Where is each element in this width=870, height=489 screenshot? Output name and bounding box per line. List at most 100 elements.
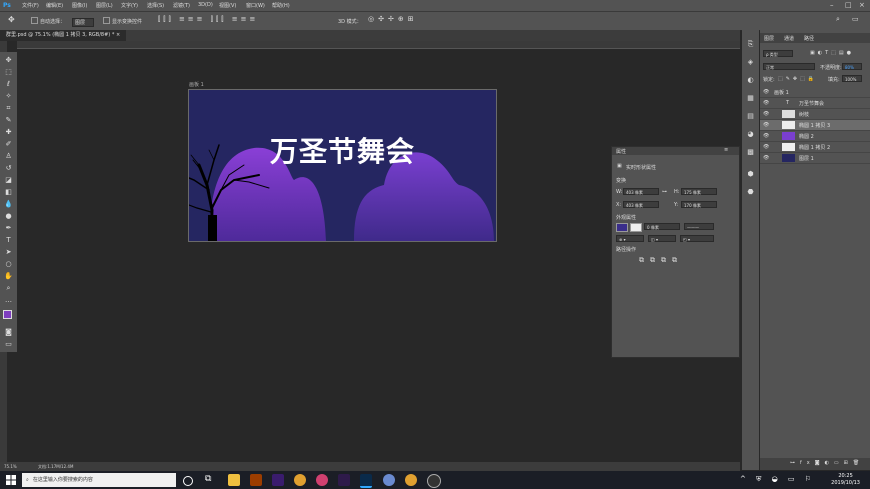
menu-type[interactable]: 文字(Y)	[121, 2, 138, 9]
width-field[interactable]: 403 像素	[623, 188, 659, 195]
task-view-icon[interactable]: ⧉	[205, 474, 217, 486]
history-icon[interactable]: ⎘	[746, 40, 755, 49]
maximize-icon[interactable]: □	[845, 1, 852, 9]
eyedropper-tool-icon[interactable]: ✎	[4, 116, 13, 125]
windows-start-icon[interactable]	[6, 475, 16, 485]
x-field[interactable]: 403 像素	[623, 201, 659, 208]
adjustments-icon[interactable]: ◐	[746, 76, 755, 85]
hand-tool-icon[interactable]: ✋	[4, 272, 13, 281]
clone-stamp-tool-icon[interactable]: ♙	[4, 152, 13, 161]
search-icon[interactable]: ⌕	[836, 15, 840, 24]
align-icons[interactable]: ⫿⫿⫿ ≡≡≡ ⫿⫿⫿ ≡≡≡	[158, 15, 258, 24]
path-selection-tool-icon[interactable]: ➤	[4, 248, 13, 257]
marquee-tool-icon[interactable]: ⬚	[4, 68, 13, 77]
layer-filter-icons[interactable]: ▣◐T⬚▤●	[810, 50, 854, 56]
artboard[interactable]: 万圣节舞会	[188, 89, 497, 242]
menu-window[interactable]: 窗口(W)	[246, 2, 265, 9]
lasso-tool-icon[interactable]: ℓ	[4, 80, 13, 89]
fill-field[interactable]: 100%	[842, 75, 862, 82]
crop-tool-icon[interactable]: ⌗	[4, 104, 13, 113]
blur-tool-icon[interactable]: 💧	[4, 200, 13, 209]
healing-brush-tool-icon[interactable]: ✚	[4, 128, 13, 137]
move-tool-icon[interactable]: ✥	[4, 56, 13, 65]
workspace-icon[interactable]: ▭	[852, 15, 859, 23]
auto-select-checkbox[interactable]	[31, 17, 38, 24]
menu-image[interactable]: 图像(I)	[72, 2, 87, 9]
3d-icon[interactable]: ⬢	[746, 170, 755, 179]
system-tray-icons[interactable]: ^ ⛨ ◒ ▭ ⚐	[740, 475, 815, 484]
menu-layer[interactable]: 图层(L)	[96, 2, 113, 9]
properties-tab[interactable]: 属性	[616, 148, 626, 155]
premiere-icon[interactable]	[338, 474, 350, 486]
ellipse-tool-icon[interactable]: ○	[4, 260, 13, 269]
visibility-eye-icon[interactable]: 👁	[763, 133, 769, 139]
stroke-swatch[interactable]	[630, 223, 642, 232]
tab-channels[interactable]: 通道	[784, 35, 794, 42]
visibility-eye-icon[interactable]: 👁	[763, 155, 769, 161]
layer-row-ellipse-copy-2[interactable]: 👁 椭圆 1 拷贝 2	[760, 142, 870, 153]
properties-icon[interactable]: ◈	[746, 58, 755, 67]
eraser-tool-icon[interactable]: ◪	[4, 176, 13, 185]
document-tab[interactable]: 群里.psd @ 75.1% (椭圆 1 拷贝 3, RGB/8#) * ×	[0, 30, 127, 41]
layer-row-ellipse-copy-3[interactable]: 👁 椭圆 1 拷贝 3	[760, 120, 870, 131]
file-explorer-icon[interactable]	[228, 474, 240, 486]
layer-row-title-text[interactable]: 👁 T 万圣节舞会	[760, 98, 870, 109]
quick-mask-icon[interactable]: ◙	[4, 328, 13, 337]
color-icon[interactable]: ◕	[746, 130, 755, 139]
minimize-icon[interactable]: –	[830, 1, 834, 9]
height-field[interactable]: 175 像素	[681, 188, 717, 195]
layer-row-ellipse-2[interactable]: 👁 椭圆 2	[760, 131, 870, 142]
tab-layers[interactable]: 图层	[764, 35, 774, 42]
foreground-color-swatch[interactable]	[3, 310, 12, 319]
type-tool-icon[interactable]: T	[4, 236, 13, 245]
menu-select[interactable]: 选择(S)	[147, 2, 164, 9]
layer-row-branches[interactable]: 👁 树枝	[760, 109, 870, 120]
libraries-icon[interactable]: ▤	[746, 112, 755, 121]
close-tab-icon[interactable]: ×	[116, 32, 120, 38]
layer-action-icons[interactable]: ⊶fx◙◐▭⊞🗑	[790, 460, 864, 466]
opacity-field[interactable]: 80%	[842, 63, 862, 70]
visibility-eye-icon[interactable]: 👁	[763, 89, 769, 95]
3d-mode-icons[interactable]: ◎✣✢⊕⊞	[368, 15, 418, 23]
magic-wand-tool-icon[interactable]: ✧	[4, 92, 13, 101]
styles-icon[interactable]: ▦	[746, 94, 755, 103]
taskbar-clock[interactable]: 20:25 2019/10/13	[831, 473, 860, 487]
more-tools-icon[interactable]: …	[4, 296, 13, 305]
link-icon[interactable]: ⊶	[662, 189, 667, 195]
media-app-icon[interactable]	[316, 474, 328, 486]
layer-filter-dropdown[interactable]: ρ 类型	[763, 50, 793, 57]
menu-file[interactable]: 文件(F)	[22, 2, 39, 9]
move-tool-icon[interactable]: ✥	[8, 15, 15, 24]
lock-icons[interactable]: ⬚✎✥⬚🔒	[778, 76, 817, 82]
menu-3d[interactable]: 3D(D)	[198, 2, 213, 8]
paths-icon[interactable]: ⬣	[746, 188, 755, 197]
visibility-eye-icon[interactable]: 👁	[763, 111, 769, 117]
tab-paths[interactable]: 路径	[804, 35, 814, 42]
illustrator-icon[interactable]	[250, 474, 262, 486]
photoshop-taskbar-icon[interactable]	[360, 474, 372, 488]
menu-edit[interactable]: 编辑(E)	[46, 2, 63, 9]
brush-tool-icon[interactable]: ✐	[4, 140, 13, 149]
stroke-type-dropdown[interactable]: ———	[684, 223, 714, 230]
zoom-tool-icon[interactable]: ⌕	[4, 284, 13, 293]
layer-row-artboard[interactable]: 👁 画板 1	[760, 87, 870, 98]
after-effects-icon[interactable]	[272, 474, 284, 486]
visibility-eye-icon[interactable]: 👁	[763, 122, 769, 128]
blend-mode-dropdown[interactable]: 正常	[763, 63, 815, 70]
auto-select-dropdown[interactable]: 图层	[72, 18, 95, 27]
history-brush-tool-icon[interactable]: ↺	[4, 164, 13, 173]
zoom-level[interactable]: 75.1%	[4, 464, 17, 469]
menu-view[interactable]: 视图(V)	[219, 2, 236, 9]
show-transform-checkbox[interactable]	[103, 17, 110, 24]
stroke-size-field[interactable]: 0 像素	[644, 223, 680, 230]
cortana-icon[interactable]	[183, 476, 193, 486]
fill-swatch[interactable]	[616, 223, 628, 232]
browser-icon[interactable]	[383, 474, 395, 486]
close-icon[interactable]: ×	[859, 1, 865, 9]
menu-filter[interactable]: 滤镜(T)	[173, 2, 190, 9]
chrome-icon[interactable]	[294, 474, 306, 486]
y-field[interactable]: 170 像素	[681, 201, 717, 208]
swatches-icon[interactable]: ▩	[746, 148, 755, 157]
chrome-2-icon[interactable]	[405, 474, 417, 486]
layer-row-layer-1[interactable]: 👁 图层 1	[760, 153, 870, 164]
